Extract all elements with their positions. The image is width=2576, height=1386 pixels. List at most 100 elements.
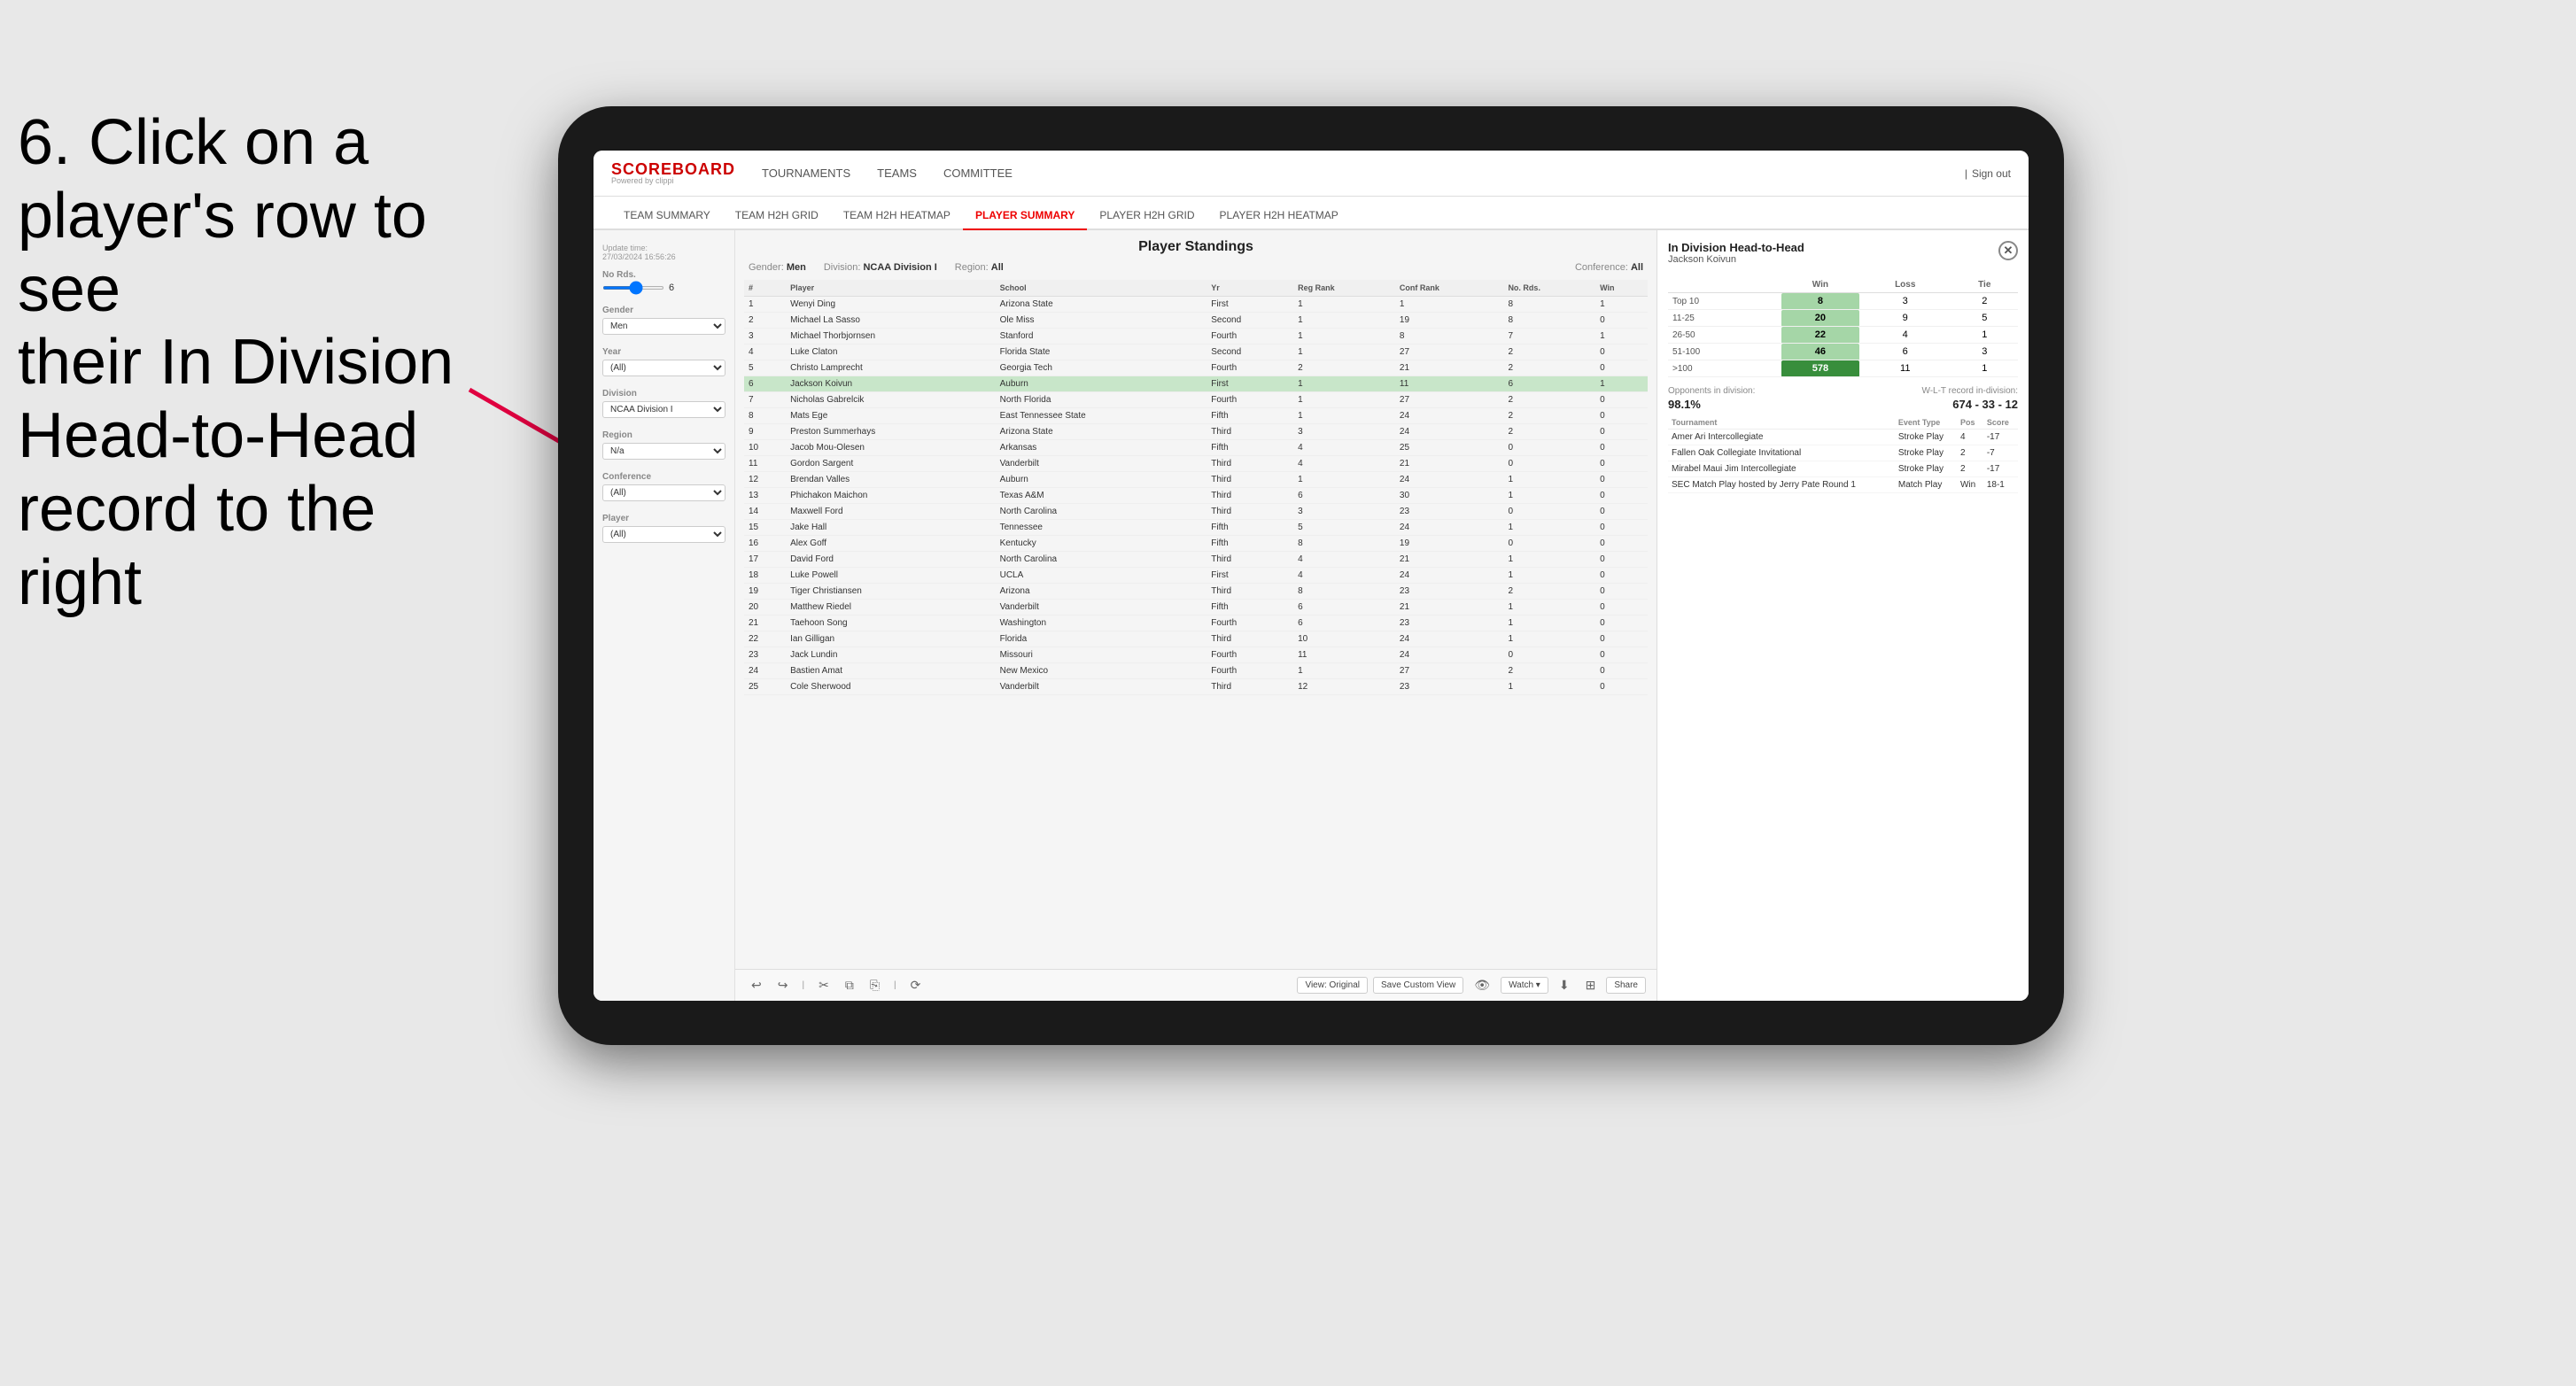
no-rds-slider[interactable] xyxy=(602,286,664,290)
sub-nav-team-h2h-heatmap[interactable]: TEAM H2H HEATMAP xyxy=(831,202,963,230)
table-row[interactable]: 18 Luke Powell UCLA First 4 24 1 0 xyxy=(744,568,1648,584)
download-icon[interactable]: ⬇ xyxy=(1554,975,1575,995)
instruction-text: 6. Click on a player's row to see their … xyxy=(0,106,514,620)
wlt-record: 674 - 33 - 12 xyxy=(1952,398,2018,411)
paste-btn[interactable]: ⎘ xyxy=(865,975,885,995)
sub-nav: TEAM SUMMARY TEAM H2H GRID TEAM H2H HEAT… xyxy=(594,197,2029,230)
division-select[interactable]: NCAA Division I xyxy=(602,401,725,418)
sidebar-update-time: Update time: 27/03/2024 16:56:26 xyxy=(602,244,725,261)
table-row[interactable]: 7 Nicholas Gabrelcik North Florida Fourt… xyxy=(744,392,1648,408)
sub-nav-player-h2h-heatmap[interactable]: PLAYER H2H HEATMAP xyxy=(1207,202,1351,230)
toolbar: ↩ ↪ | ✂ ⧉ ⎘ | ⟳ View: Original Save Cust… xyxy=(735,969,1657,1001)
table-row[interactable]: 24 Bastien Amat New Mexico Fourth 1 27 2… xyxy=(744,663,1648,679)
redo-btn[interactable]: ↪ xyxy=(772,975,794,995)
h2h-row: 11-25 20 9 5 xyxy=(1668,310,2018,327)
nav-teams[interactable]: TEAMS xyxy=(877,163,917,183)
h2h-row: 51-100 46 6 3 xyxy=(1668,344,2018,360)
table-row[interactable]: 9 Preston Summerhays Arizona State Third… xyxy=(744,424,1648,440)
sign-out-area: | Sign out xyxy=(1965,167,2011,180)
table-row[interactable]: 12 Brendan Valles Auburn Third 1 24 1 0 xyxy=(744,472,1648,488)
nav-tournaments[interactable]: TOURNAMENTS xyxy=(762,163,850,183)
player-select[interactable]: (All) xyxy=(602,526,725,543)
table-row[interactable]: 14 Maxwell Ford North Carolina Third 3 2… xyxy=(744,504,1648,520)
copy-btn[interactable]: ⧉ xyxy=(840,975,859,995)
h2h-row: Top 10 8 3 2 xyxy=(1668,293,2018,310)
tournament-table: Tournament Event Type Pos Score Amer Ari… xyxy=(1668,416,2018,493)
table-row[interactable]: 17 David Ford North Carolina Third 4 21 … xyxy=(744,552,1648,568)
table-row[interactable]: 20 Matthew Riedel Vanderbilt Fifth 6 21 … xyxy=(744,600,1648,616)
col-no-rds: No. Rds. xyxy=(1503,280,1595,297)
h2h-close-btn[interactable]: ✕ xyxy=(1998,241,2018,260)
player-table: # Player School Yr Reg Rank Conf Rank No… xyxy=(744,280,1648,960)
h2h-table: Win Loss Tie Top 10 8 3 2 11-25 20 9 5 2… xyxy=(1668,277,2018,377)
grid-icon[interactable]: ⊞ xyxy=(1580,975,1602,995)
watch-btn[interactable]: Watch ▾ xyxy=(1501,977,1548,994)
tournament-row: Fallen Oak Collegiate Invitational Strok… xyxy=(1668,445,2018,461)
share-btn[interactable]: Share xyxy=(1606,977,1646,994)
main-content: Update time: 27/03/2024 16:56:26 No Rds.… xyxy=(594,230,2029,1001)
table-row[interactable]: 15 Jake Hall Tennessee Fifth 5 24 1 0 xyxy=(744,520,1648,536)
sidebar-player: Player (All) xyxy=(602,514,725,543)
h2h-title: In Division Head-to-Head xyxy=(1668,241,1804,254)
table-row[interactable]: 4 Luke Claton Florida State Second 1 27 … xyxy=(744,345,1648,360)
table-row[interactable]: 1 Wenyi Ding Arizona State First 1 1 8 1 xyxy=(744,297,1648,313)
tournament-row: Mirabel Maui Jim Intercollegiate Stroke … xyxy=(1668,461,2018,477)
conference-select[interactable]: (All) xyxy=(602,484,725,501)
gender-select[interactable]: Men Women xyxy=(602,318,725,335)
table-row[interactable]: 11 Gordon Sargent Vanderbilt Third 4 21 … xyxy=(744,456,1648,472)
table-row[interactable]: 3 Michael Thorbjornsen Stanford Fourth 1… xyxy=(744,329,1648,345)
year-select[interactable]: (All) xyxy=(602,360,725,376)
cut-btn[interactable]: ✂ xyxy=(813,975,834,995)
tournament-row: SEC Match Play hosted by Jerry Pate Roun… xyxy=(1668,477,2018,493)
col-reg-rank: Reg Rank xyxy=(1293,280,1395,297)
region-select[interactable]: N/a xyxy=(602,443,725,460)
tablet-frame: SCOREBOARD Powered by clippi TOURNAMENTS… xyxy=(558,106,2064,1045)
col-num: # xyxy=(744,280,786,297)
sign-out-link[interactable]: Sign out xyxy=(1972,167,2011,180)
sidebar: Update time: 27/03/2024 16:56:26 No Rds.… xyxy=(594,230,735,1001)
save-custom-btn[interactable]: Save Custom View xyxy=(1373,977,1463,994)
h2h-row: 26-50 22 4 1 xyxy=(1668,327,2018,344)
h2h-row: >100 578 11 1 xyxy=(1668,360,2018,377)
col-win: Win xyxy=(1595,280,1648,297)
logo-area: SCOREBOARD Powered by clippi xyxy=(611,161,735,185)
col-yr: Yr xyxy=(1207,280,1293,297)
view-original-btn[interactable]: View: Original xyxy=(1297,977,1368,994)
sidebar-gender: Gender Men Women xyxy=(602,306,725,335)
sidebar-conference: Conference (All) xyxy=(602,472,725,501)
h2h-panel: In Division Head-to-Head Jackson Koivun … xyxy=(1657,230,2029,1001)
standings-filters: Gender: Men Division: NCAA Division I Re… xyxy=(744,262,1648,273)
tournament-row: Amer Ari Intercollegiate Stroke Play 4 -… xyxy=(1668,430,2018,445)
table-row[interactable]: 8 Mats Ege East Tennessee State Fifth 1 … xyxy=(744,408,1648,424)
eye-icon: 👁 xyxy=(1469,975,1495,995)
table-row[interactable]: 6 Jackson Koivun Auburn First 1 11 6 1 xyxy=(744,376,1648,392)
col-school: School xyxy=(996,280,1207,297)
undo-btn[interactable]: ↩ xyxy=(746,975,767,995)
table-row[interactable]: 25 Cole Sherwood Vanderbilt Third 12 23 … xyxy=(744,679,1648,695)
standings-inner: Player Standings Gender: Men Division: N… xyxy=(735,230,1657,969)
logo-powered: Powered by clippi xyxy=(611,177,735,185)
opponents-label: Opponents in division: xyxy=(1668,386,1755,396)
table-row[interactable]: 5 Christo Lamprecht Georgia Tech Fourth … xyxy=(744,360,1648,376)
table-row[interactable]: 19 Tiger Christiansen Arizona Third 8 23… xyxy=(744,584,1648,600)
sidebar-region: Region N/a xyxy=(602,430,725,460)
table-row[interactable]: 2 Michael La Sasso Ole Miss Second 1 19 … xyxy=(744,313,1648,329)
table-row[interactable]: 13 Phichakon Maichon Texas A&M Third 6 3… xyxy=(744,488,1648,504)
table-row[interactable]: 22 Ian Gilligan Florida Third 10 24 1 0 xyxy=(744,631,1648,647)
refresh-btn[interactable]: ⟳ xyxy=(905,975,927,995)
sub-nav-player-h2h-grid[interactable]: PLAYER H2H GRID xyxy=(1087,202,1207,230)
col-player: Player xyxy=(786,280,996,297)
table-row[interactable]: 21 Taehoon Song Washington Fourth 6 23 1… xyxy=(744,616,1648,631)
nav-committee[interactable]: COMMITTEE xyxy=(943,163,1013,183)
sub-nav-player-summary[interactable]: PLAYER SUMMARY xyxy=(963,202,1087,230)
sidebar-division: Division NCAA Division I xyxy=(602,389,725,418)
standings-area: Player Standings Gender: Men Division: N… xyxy=(735,230,1657,1001)
sub-nav-team-h2h-grid[interactable]: TEAM H2H GRID xyxy=(723,202,831,230)
table-row[interactable]: 23 Jack Lundin Missouri Fourth 11 24 0 0 xyxy=(744,647,1648,663)
h2h-panel-header: In Division Head-to-Head Jackson Koivun … xyxy=(1668,241,2018,274)
table-row[interactable]: 16 Alex Goff Kentucky Fifth 8 19 0 0 xyxy=(744,536,1648,552)
col-conf-rank: Conf Rank xyxy=(1395,280,1504,297)
table-row[interactable]: 10 Jacob Mou-Olesen Arkansas Fifth 4 25 … xyxy=(744,440,1648,456)
sub-nav-team-summary[interactable]: TEAM SUMMARY xyxy=(611,202,723,230)
wlt-label: W-L-T record in-division: xyxy=(1921,386,2018,396)
